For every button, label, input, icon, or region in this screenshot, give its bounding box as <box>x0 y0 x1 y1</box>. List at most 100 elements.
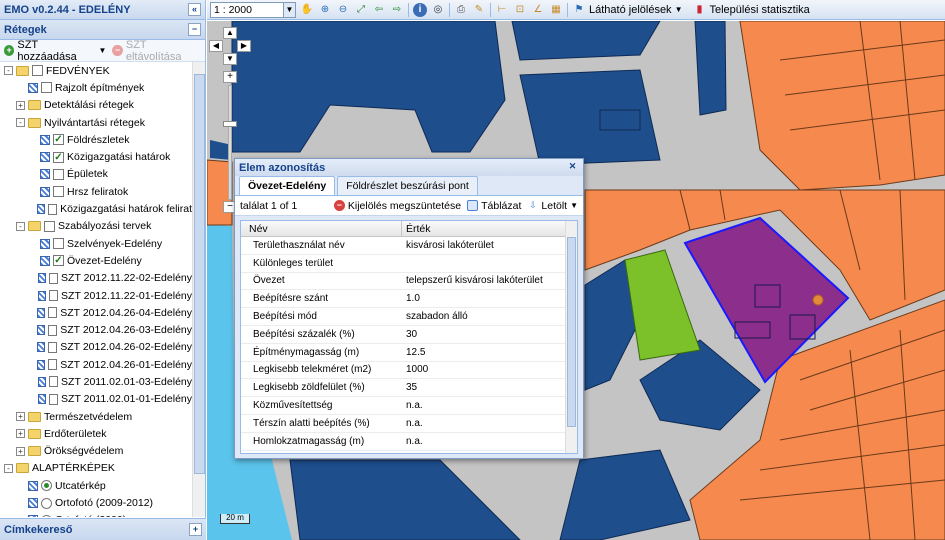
collapse-left-icon[interactable]: « <box>188 3 201 16</box>
statistics-button[interactable]: ▮ Települési statisztika <box>692 3 810 17</box>
collapse-toggle-icon[interactable]: - <box>16 221 25 231</box>
tree-item[interactable]: SZT 2012.11.22-02-Edelény <box>0 270 192 287</box>
dialog-header[interactable]: Elem azonosítás ✕ <box>235 159 583 176</box>
layer-checkbox[interactable] <box>48 376 59 388</box>
tree-item[interactable]: Rajzolt építmények <box>0 79 192 96</box>
tree-item[interactable]: Közigazgatási határok felirat <box>0 200 192 217</box>
zoom-slider[interactable] <box>228 85 232 200</box>
tree-item[interactable]: SZT 2011.02.01-01-Edelény <box>0 391 192 408</box>
scale-select[interactable]: 1 : 2000 ▼ <box>210 1 296 18</box>
point-marker[interactable] <box>812 294 824 306</box>
radio-button[interactable] <box>41 497 52 509</box>
dropdown-arrow-icon[interactable]: ▼ <box>99 46 107 55</box>
tree-item[interactable]: Szelvények-Edelény <box>0 235 192 252</box>
zoom-out-icon[interactable]: ⊖ <box>336 3 350 17</box>
col-value-header[interactable]: Érték <box>402 221 577 236</box>
layer-checkbox[interactable] <box>48 290 59 301</box>
visible-marks-menu[interactable]: ⚑ Látható jelölések ▼ <box>572 3 683 17</box>
tree-item[interactable]: SZT 2012.04.26-04-Edelény <box>0 304 192 321</box>
expand-toggle-icon[interactable]: + <box>16 446 25 456</box>
table-button[interactable]: Táblázat <box>467 200 521 212</box>
pan-right-icon[interactable]: ▶ <box>237 40 251 52</box>
table-row[interactable]: Párkánymagasság (m)n.a. <box>241 451 577 453</box>
layer-checkbox[interactable]: ✓ <box>53 134 64 146</box>
tree-item[interactable]: - Szabályozási tervek <box>0 218 192 235</box>
label-search-header[interactable]: Címkekereső + <box>0 518 206 540</box>
table-row[interactable]: Különleges terület <box>241 255 577 273</box>
pan-down-icon[interactable]: ▼ <box>223 53 237 65</box>
layer-checkbox[interactable] <box>32 65 43 77</box>
measure-line-icon[interactable]: ⊢ <box>495 3 509 17</box>
table-row[interactable]: Legkisebb zöldfelület (%) 35 <box>241 379 577 398</box>
table-row[interactable]: Térszín alatti beépítés (%) n.a. <box>241 415 577 433</box>
layer-checkbox[interactable] <box>48 341 58 353</box>
tree-item[interactable]: SZT 2011.02.01-03-Edelény <box>0 373 192 390</box>
radio-button[interactable] <box>41 514 52 517</box>
tree-item[interactable]: ✓ Övezet-Edelény <box>0 252 192 269</box>
table-row[interactable]: Beépítési százalék (%) 30 <box>241 326 577 344</box>
tree-item[interactable]: SZT 2012.11.22-01-Edelény <box>0 287 192 304</box>
layer-checkbox[interactable] <box>48 393 59 405</box>
minimize-icon[interactable]: − <box>188 23 201 36</box>
expand-toggle-icon[interactable]: + <box>16 429 25 439</box>
layer-checkbox[interactable]: ✓ <box>53 151 64 163</box>
radio-button[interactable] <box>41 480 52 492</box>
binoculars-icon[interactable]: ◎ <box>431 3 445 17</box>
zoom-in-icon[interactable]: ⊕ <box>318 3 332 17</box>
tree-item[interactable]: SZT 2012.04.26-01-Edelény <box>0 356 192 373</box>
pan-hand-icon[interactable]: ✋ <box>300 3 314 17</box>
print-icon[interactable]: ⎙ <box>454 3 468 17</box>
remove-szt-button[interactable]: − SZT eltávolítása <box>112 39 201 63</box>
tree-item[interactable]: - ALAPTÉRKÉPEK <box>0 460 192 477</box>
layer-checkbox[interactable] <box>53 238 64 250</box>
next-extent-icon[interactable]: ⇨ <box>390 3 404 17</box>
expand-toggle-icon[interactable]: + <box>16 412 25 422</box>
tab-zone[interactable]: Övezet-Edelény <box>239 176 336 195</box>
download-button[interactable]: ⇩ Letölt ▼ <box>527 200 578 212</box>
table-row[interactable]: Közművesítettség n.a. <box>241 397 577 415</box>
expand-toggle-icon[interactable]: + <box>16 100 25 110</box>
previous-extent-icon[interactable]: ⇦ <box>372 3 386 17</box>
tree-item[interactable]: SZT 2012.04.26-03-Edelény <box>0 321 192 338</box>
tree-item[interactable]: - Nyilvántartási rétegek <box>0 114 192 131</box>
table-row[interactable]: Beépítésre szánt 1.0 <box>241 290 577 309</box>
full-extent-icon[interactable]: ⤢ <box>354 3 368 17</box>
tree-item[interactable]: Ortofotó (2000) <box>0 512 192 517</box>
tree-item[interactable]: - FEDVÉNYEK <box>0 62 192 79</box>
table-row[interactable]: Területhasználat név kisvárosi lakóterüle… <box>241 237 577 255</box>
measure-area-icon[interactable]: ⊡ <box>513 3 527 17</box>
tree-item[interactable]: SZT 2012.04.26-02-Edelény <box>0 339 192 356</box>
grid-scrollbar[interactable] <box>565 221 577 453</box>
ruler-icon[interactable]: ▦ <box>549 3 563 17</box>
clear-selection-button[interactable]: − Kijelölés megszüntetése <box>333 200 461 212</box>
identify-info-icon[interactable]: i <box>413 2 427 17</box>
layer-checkbox[interactable] <box>53 168 64 180</box>
pan-up-icon[interactable]: ▲ <box>223 27 237 39</box>
collapse-toggle-icon[interactable]: - <box>4 463 13 473</box>
zoom-slider-handle[interactable] <box>223 121 237 127</box>
col-name-header[interactable]: Név <box>241 221 402 236</box>
table-row[interactable]: Homlokzatmagasság (m) n.a. <box>241 433 577 451</box>
table-row[interactable]: Építménymagasság (m) 12.5 <box>241 344 577 362</box>
table-row[interactable]: Legkisebb telekméret (m2) 1000 <box>241 362 577 380</box>
tree-item[interactable]: + Detektálási rétegek <box>0 97 192 114</box>
tree-item[interactable]: Hrsz feliratok <box>0 183 192 200</box>
tree-item[interactable]: Épületek <box>0 166 192 183</box>
layer-checkbox[interactable] <box>53 186 64 198</box>
layer-checkbox[interactable] <box>48 307 58 319</box>
tree-item[interactable]: Utcatérkép <box>0 477 192 494</box>
collapse-toggle-icon[interactable]: - <box>16 118 25 128</box>
tree-item[interactable]: + Örökségvédelem <box>0 443 192 460</box>
angle-icon[interactable]: ∠ <box>531 3 545 17</box>
collapse-toggle-icon[interactable]: - <box>4 66 13 76</box>
tree-item[interactable]: ✓ Földrészletek <box>0 131 192 148</box>
edit-icon[interactable]: ✎ <box>472 3 486 17</box>
tree-item[interactable]: + Természetvédelem <box>0 408 192 425</box>
pan-left-icon[interactable]: ◀ <box>209 40 223 52</box>
tree-item[interactable]: + Erdőterületek <box>0 425 192 442</box>
tree-item[interactable]: Ortofotó (2009-2012) <box>0 494 192 511</box>
layer-checkbox[interactable] <box>41 82 52 94</box>
tree-item[interactable]: ✓ Közigazgatási határok <box>0 148 192 165</box>
zoom-plus-icon[interactable]: + <box>223 71 237 83</box>
expand-icon[interactable]: + <box>189 523 202 536</box>
